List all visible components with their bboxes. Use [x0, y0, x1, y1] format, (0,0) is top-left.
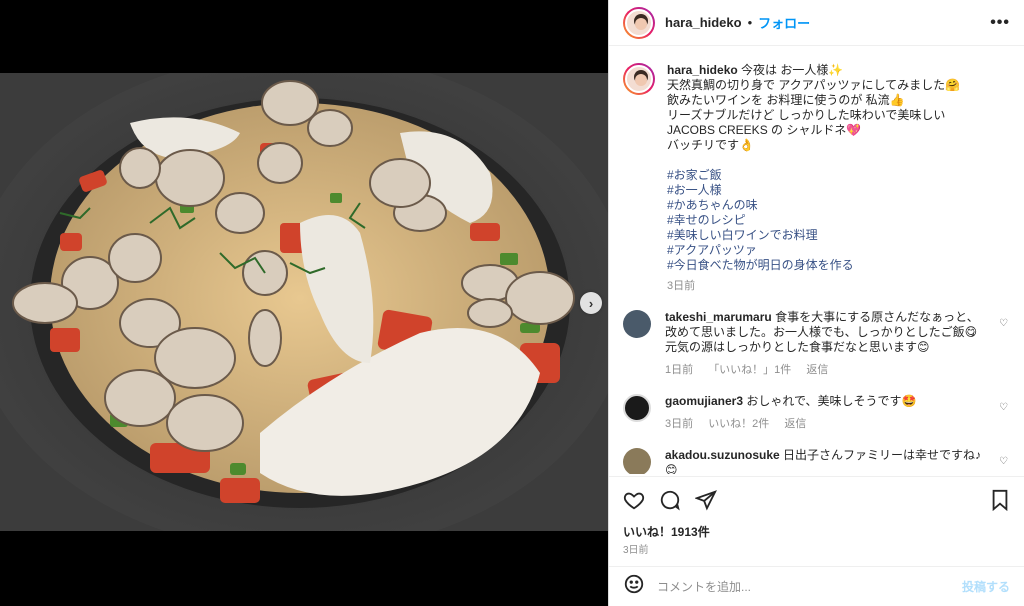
likes-count[interactable]: いいね！1913件: [623, 523, 710, 540]
comment-bubble-icon[interactable]: [659, 489, 681, 511]
comment-time: 3日前: [665, 418, 694, 430]
comment-meta: 3日前 いいね！2件 返信: [665, 417, 987, 432]
hashtag-link[interactable]: #今日食べた物が明日の身体を作る: [667, 258, 987, 273]
commenter-username[interactable]: akadou.suzunosuke: [665, 448, 780, 462]
action-bar: [609, 476, 1024, 522]
add-comment-bar: 投稿する: [609, 566, 1024, 606]
hashtag-link[interactable]: #お一人様: [667, 183, 987, 198]
reply-button[interactable]: 返信: [784, 418, 806, 430]
like-heart-icon[interactable]: [623, 489, 645, 511]
comment-body: takeshi_marumaru 食事を大事にする原さんだなぁっと、改めて思いま…: [665, 310, 987, 378]
like-comment-icon[interactable]: ♡: [999, 318, 1008, 329]
commenter-avatar[interactable]: [623, 448, 651, 474]
emoji-icon[interactable]: [623, 573, 645, 600]
comment-body: gaomujianer3 おしゃれで、美味しそうです🤩 3日前 いいね！2件 返…: [665, 394, 987, 432]
post-header: hara_hideko • フォロー •••: [609, 0, 1024, 46]
comment-meta: 1日前 「いいね！」1件 返信: [665, 363, 987, 378]
comment-item: gaomujianer3 おしゃれで、美味しそうです🤩 3日前 いいね！2件 返…: [623, 394, 1010, 432]
hashtag-list: #お家ご飯 #お一人様 #かあちゃんの味 #幸せのレシピ #美味しい白ワインでお…: [667, 168, 987, 273]
hashtag-link[interactable]: #美味しい白ワインでお料理: [667, 228, 987, 243]
post-panel: hara_hideko • フォロー ••• hara_hideko 今夜は お…: [608, 0, 1024, 606]
posted-time: 3日前: [623, 545, 649, 556]
comment-time: 1日前: [665, 364, 694, 376]
author-username[interactable]: hara_hideko: [665, 15, 742, 30]
hashtag-link[interactable]: #お家ご飯: [667, 168, 987, 183]
post-comment-button[interactable]: 投稿する: [962, 578, 1010, 595]
reply-button[interactable]: 返信: [806, 364, 828, 376]
comment-input[interactable]: [657, 579, 962, 594]
comment-likes[interactable]: 「いいね！」1件: [708, 364, 791, 376]
hashtag-link[interactable]: #かあちゃんの味: [667, 198, 987, 213]
acqua-pazza-image: [0, 73, 608, 531]
commenter-username[interactable]: gaomujianer3: [665, 394, 743, 408]
caption-body: hara_hideko 今夜は お一人様✨ 天然真鯛の切り身で アクアパッツァに…: [667, 63, 987, 294]
caption-line: 天然真鯛の切り身で アクアパッツァにしてみました🤗: [667, 78, 961, 92]
comment-body: akadou.suzunosuke 日出子さんファミリーは幸せですね♪😊: [665, 448, 987, 474]
bookmark-icon[interactable]: [990, 489, 1010, 511]
share-send-icon[interactable]: [695, 489, 717, 511]
caption-line: 今夜は お一人様✨: [741, 63, 844, 77]
caption-username[interactable]: hara_hideko: [667, 63, 738, 77]
comment-item: takeshi_marumaru 食事を大事にする原さんだなぁっと、改めて思いま…: [623, 310, 1010, 378]
caption-line: バッチリです👌: [667, 138, 754, 152]
commenter-avatar[interactable]: [623, 394, 651, 422]
caption: hara_hideko 今夜は お一人様✨ 天然真鯛の切り身で アクアパッツァに…: [623, 63, 1010, 294]
more-options-icon[interactable]: •••: [990, 14, 1010, 32]
caption-time: 3日前: [667, 280, 696, 292]
next-photo-button[interactable]: ›: [580, 292, 602, 314]
hashtag-link[interactable]: #アクアパッツァ: [667, 243, 987, 258]
media-area: ›: [0, 0, 608, 606]
separator-dot: •: [747, 15, 753, 30]
comments-section[interactable]: hara_hideko 今夜は お一人様✨ 天然真鯛の切り身で アクアパッツァに…: [609, 47, 1024, 474]
caption-line: リーズナブルだけど しっかりした味わいで美味しい JACOBS CREEKS の…: [667, 108, 946, 137]
like-comment-icon[interactable]: ♡: [999, 402, 1008, 413]
caption-avatar[interactable]: [623, 63, 655, 95]
post-photo[interactable]: [0, 73, 608, 531]
commenter-avatar[interactable]: [623, 310, 651, 338]
follow-button[interactable]: フォロー: [758, 13, 810, 32]
like-comment-icon[interactable]: ♡: [999, 456, 1008, 467]
comment-likes[interactable]: いいね！2件: [708, 418, 769, 430]
commenter-username[interactable]: takeshi_marumaru: [665, 310, 772, 324]
comment-text: おしゃれで、美味しそうです🤩: [746, 394, 917, 408]
hashtag-link[interactable]: #幸せのレシピ: [667, 213, 987, 228]
caption-line: 飲みたいワインを お料理に使うのが 私流👍: [667, 93, 905, 107]
comment-item: akadou.suzunosuke 日出子さんファミリーは幸せですね♪😊 ♡: [623, 448, 1010, 474]
author-avatar[interactable]: [623, 6, 655, 39]
